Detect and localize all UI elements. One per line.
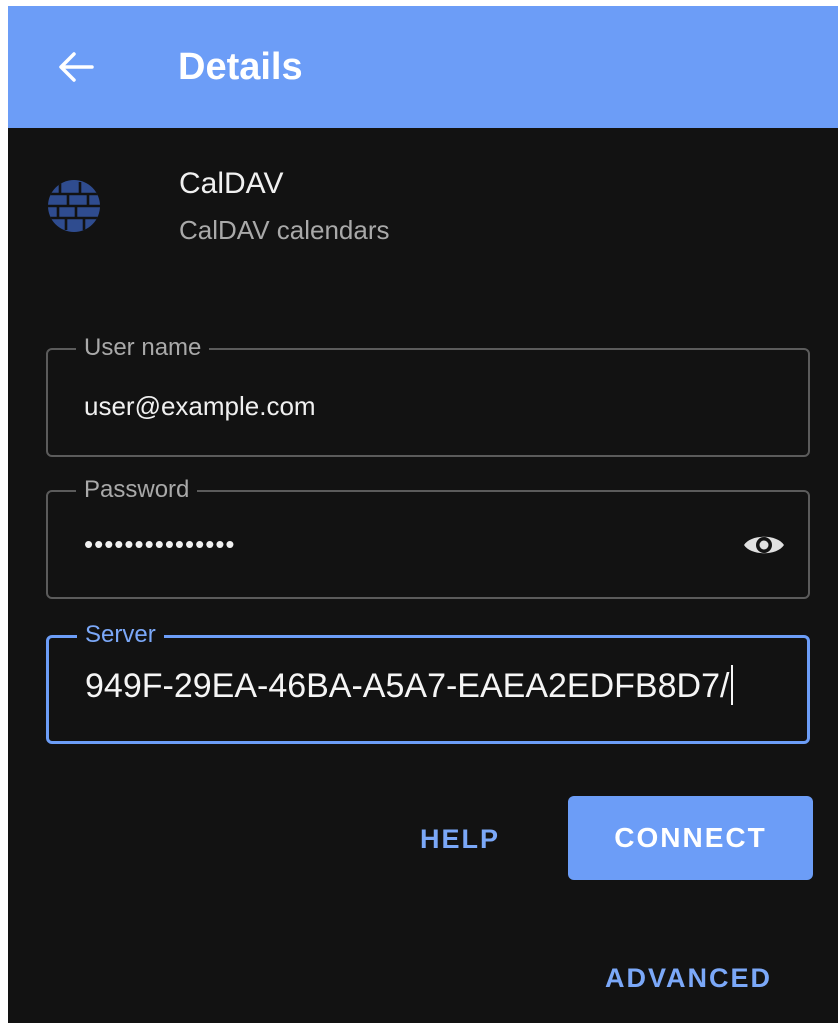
username-field[interactable]: User name user@example.com xyxy=(46,333,810,457)
advanced-button[interactable]: ADVANCED xyxy=(605,960,772,996)
connect-button[interactable]: CONNECT xyxy=(568,796,813,880)
account-type-description: CalDAV calendars xyxy=(179,215,390,245)
server-label: Server xyxy=(77,620,164,650)
text-cursor xyxy=(731,665,734,705)
toggle-password-visibility-button[interactable] xyxy=(742,525,786,565)
username-value: user@example.com xyxy=(84,391,316,421)
password-field[interactable]: Password ••••••••••••••• xyxy=(46,475,810,599)
server-field[interactable]: Server 949F-29EA-46BA-A5A7-EAEA2EDFB8D7/ xyxy=(46,620,810,744)
help-button[interactable]: HELP xyxy=(420,821,500,857)
details-screen: Details CalDAV CalDAV calendars User nam… xyxy=(8,6,838,1023)
account-type-name: CalDAV xyxy=(179,167,284,200)
page-title: Details xyxy=(178,46,303,88)
server-text: 949F-29EA-46BA-A5A7-EAEA2EDFB8D7/ xyxy=(85,667,730,705)
eye-icon xyxy=(744,536,784,554)
caldav-globe-icon xyxy=(48,180,100,232)
username-label: User name xyxy=(76,333,210,363)
app-bar: Details xyxy=(8,6,838,128)
arrow-left-icon xyxy=(59,52,94,82)
server-value: 949F-29EA-46BA-A5A7-EAEA2EDFB8D7/ xyxy=(85,664,734,708)
password-value: ••••••••••••••• xyxy=(84,529,236,559)
connect-button-label: CONNECT xyxy=(614,822,767,853)
password-label: Password xyxy=(76,475,198,505)
back-button[interactable] xyxy=(48,39,104,95)
